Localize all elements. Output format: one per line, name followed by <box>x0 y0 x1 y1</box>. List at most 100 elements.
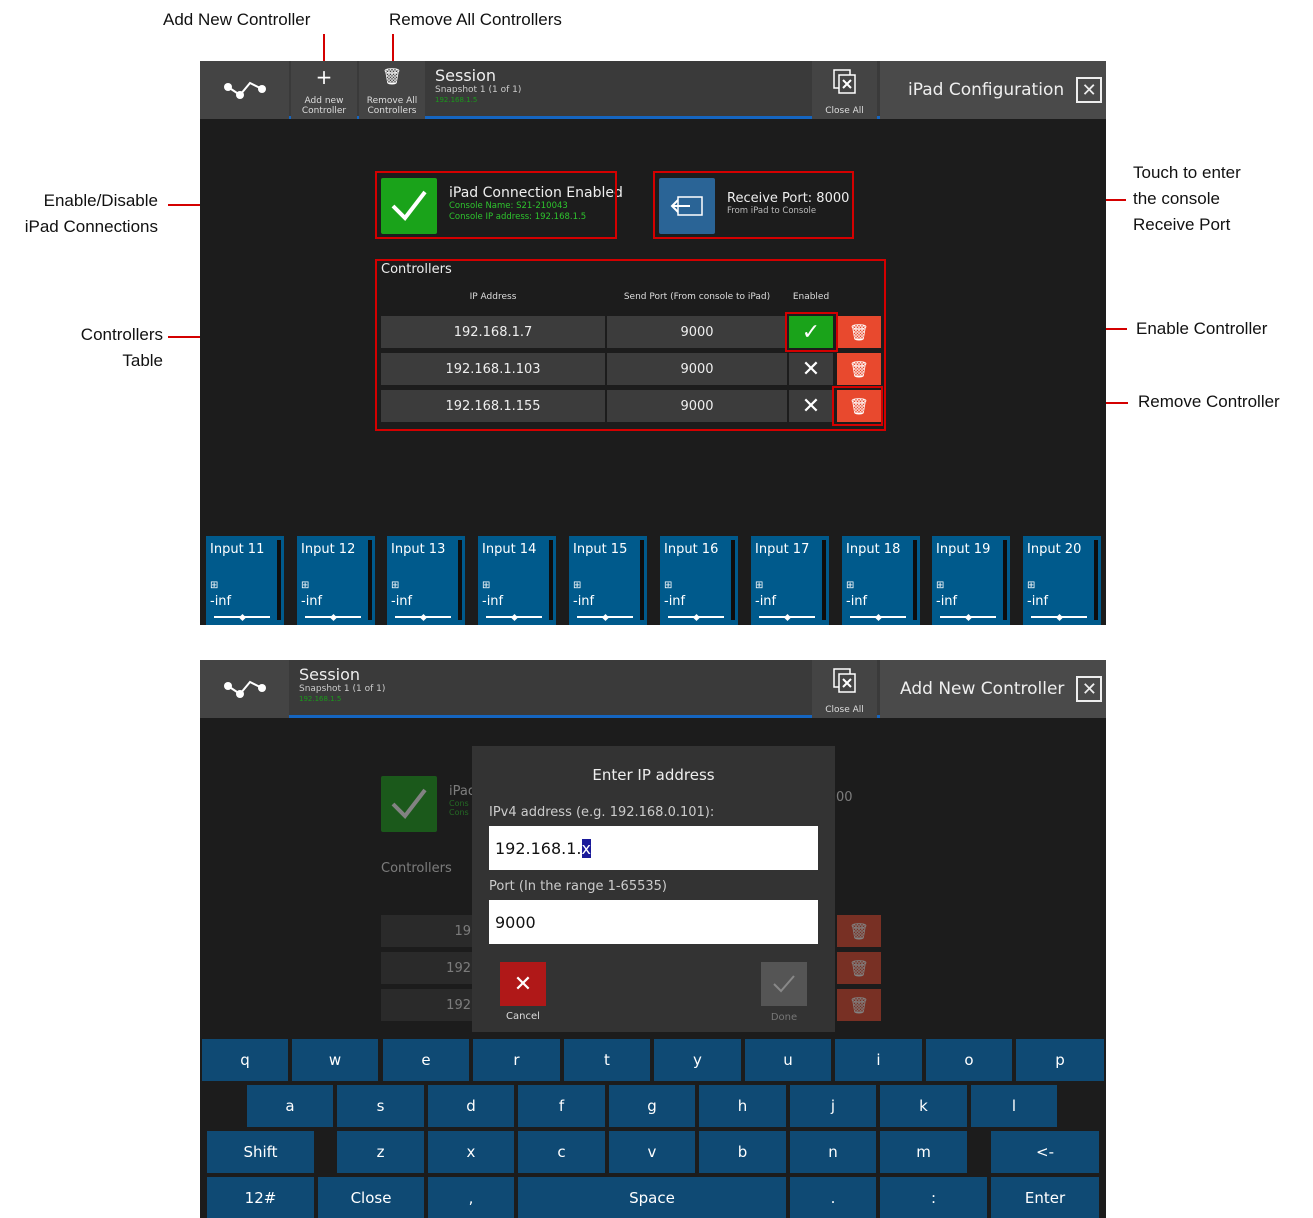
channel-name: Input 14 <box>482 542 537 557</box>
key[interactable]: w <box>292 1039 378 1081</box>
callout-text: Enable/Disable <box>43 191 158 210</box>
cancel-button[interactable]: ✕ <box>500 962 546 1006</box>
port-field[interactable]: 9000 <box>489 900 818 944</box>
remove-all-controllers-button[interactable]: 🗑 Remove All Controllers <box>359 61 425 119</box>
key[interactable]: e <box>383 1039 469 1081</box>
channel-level: -inf <box>573 594 595 609</box>
channel-icon: ⊞ <box>210 580 219 591</box>
key[interactable]: c <box>518 1131 605 1173</box>
channel-tile[interactable]: Input 14 ⊞ -inf <box>478 536 556 625</box>
callout-add-new-controller: Add New Controller <box>163 10 311 29</box>
key[interactable]: p <box>1016 1039 1104 1081</box>
logo-button[interactable] <box>200 61 289 119</box>
channel-icon: ⊞ <box>391 580 400 591</box>
channel-name: Input 18 <box>846 542 901 557</box>
channel-tile[interactable]: Input 17 ⊞ -inf <box>751 536 829 625</box>
session-info: Session Snapshot 1 (1 of 1) 192.168.1.5 <box>435 67 521 105</box>
key[interactable]: v <box>609 1131 695 1173</box>
close-panel-icon[interactable]: ✕ <box>1076 676 1103 702</box>
plus-icon: + <box>315 65 333 89</box>
channel-tile[interactable]: Input 18 ⊞ -inf <box>842 536 920 625</box>
key[interactable]: y <box>654 1039 741 1081</box>
key[interactable]: s <box>337 1085 424 1127</box>
label-line: Controllers <box>367 106 417 116</box>
controller-ip-cell: 192 <box>381 952 481 984</box>
meter <box>913 540 917 620</box>
key[interactable]: x <box>428 1131 514 1173</box>
key[interactable]: f <box>518 1085 605 1127</box>
channel-name: Input 11 <box>210 542 265 557</box>
key[interactable]: j <box>790 1085 876 1127</box>
logo-button[interactable] <box>200 660 289 718</box>
callout-line <box>392 34 394 64</box>
enter-key[interactable]: Enter <box>991 1177 1099 1218</box>
space-key[interactable]: Space <box>518 1177 786 1218</box>
key[interactable]: i <box>835 1039 922 1081</box>
channel-tile[interactable]: Input 13 ⊞ -inf <box>387 536 465 625</box>
key[interactable]: k <box>880 1085 967 1127</box>
key[interactable]: q <box>202 1039 288 1081</box>
channel-level: -inf <box>482 594 504 609</box>
key[interactable]: h <box>699 1085 786 1127</box>
callout-text: Receive Port <box>1133 215 1231 234</box>
channel-tile[interactable]: Input 15 ⊞ -inf <box>569 536 647 625</box>
channel-icon: ⊞ <box>573 580 582 591</box>
close-panel-icon[interactable]: ✕ <box>1076 77 1103 103</box>
callout-line <box>323 34 325 64</box>
session-title: Session <box>299 665 361 684</box>
callout-enable-controller: Enable Controller <box>1136 319 1268 338</box>
key[interactable]: d <box>428 1085 514 1127</box>
cancel-label: Cancel <box>506 1011 540 1022</box>
add-new-controller-button[interactable]: + Add new Controller <box>291 61 357 119</box>
meter <box>822 540 826 620</box>
panel-title: Add New Controller <box>900 679 1065 699</box>
session-info: Session Snapshot 1 (1 of 1) 192.168.1.5 <box>299 666 385 704</box>
channel-tile[interactable]: Input 16 ⊞ -inf <box>660 536 738 625</box>
channel-level: -inf <box>664 594 686 609</box>
callout-touch-port: Touch to enter the console Receive Port <box>1133 160 1241 238</box>
label-line: Add new <box>304 96 344 106</box>
key[interactable]: o <box>926 1039 1012 1081</box>
receive-port-fragment: 00 <box>836 790 853 805</box>
key[interactable]: m <box>880 1131 967 1173</box>
remove-controller-button: 🗑 <box>837 952 881 984</box>
channel-level: -inf <box>936 594 958 609</box>
channel-tile[interactable]: Input 20 ⊞ -inf <box>1023 536 1101 625</box>
key[interactable]: t <box>564 1039 650 1081</box>
key[interactable]: b <box>699 1131 786 1173</box>
meter <box>277 540 281 620</box>
close-all-icon <box>832 668 856 693</box>
key[interactable]: u <box>745 1039 831 1081</box>
numbers-key[interactable]: 12# <box>207 1177 314 1218</box>
snapshot-label: Snapshot 1 (1 of 1) <box>435 85 522 95</box>
channel-tile[interactable]: Input 12 ⊞ -inf <box>297 536 375 625</box>
label-line: Controller <box>301 106 347 116</box>
key[interactable]: z <box>337 1131 424 1173</box>
channel-tile[interactable]: Input 19 ⊞ -inf <box>932 536 1010 625</box>
channel-level: -inf <box>301 594 323 609</box>
close-all-button[interactable]: Close All <box>812 660 877 718</box>
shift-key[interactable]: Shift <box>207 1131 314 1173</box>
controller-ip-cell: 19 <box>381 915 481 947</box>
ip-label: IPv4 address (e.g. 192.168.0.101): <box>489 805 715 820</box>
done-button[interactable] <box>761 962 807 1006</box>
key[interactable]: l <box>971 1085 1057 1127</box>
period-key[interactable]: . <box>790 1177 876 1218</box>
colon-key[interactable]: : <box>880 1177 987 1218</box>
callout-enable-disable: Enable/Disable iPad Connections <box>25 188 158 240</box>
comma-key[interactable]: , <box>428 1177 514 1218</box>
close-icon: ✕ <box>513 971 533 997</box>
key[interactable]: a <box>247 1085 333 1127</box>
close-keyboard-key[interactable]: Close <box>318 1177 424 1218</box>
key[interactable]: g <box>609 1085 695 1127</box>
channel-icon: ⊞ <box>664 580 673 591</box>
channel-tile[interactable]: Input 11 ⊞ -inf <box>206 536 284 625</box>
ip-address-field[interactable]: 192.168.1. x <box>489 826 818 870</box>
page: Add New Controller Remove All Controller… <box>0 0 1313 1218</box>
key[interactable]: r <box>473 1039 560 1081</box>
callout-remove-controller: Remove Controller <box>1138 392 1280 411</box>
backspace-key[interactable]: <- <box>991 1131 1099 1173</box>
close-all-label: Close All <box>825 106 864 116</box>
close-all-button[interactable]: Close All <box>812 61 877 119</box>
key[interactable]: n <box>790 1131 876 1173</box>
